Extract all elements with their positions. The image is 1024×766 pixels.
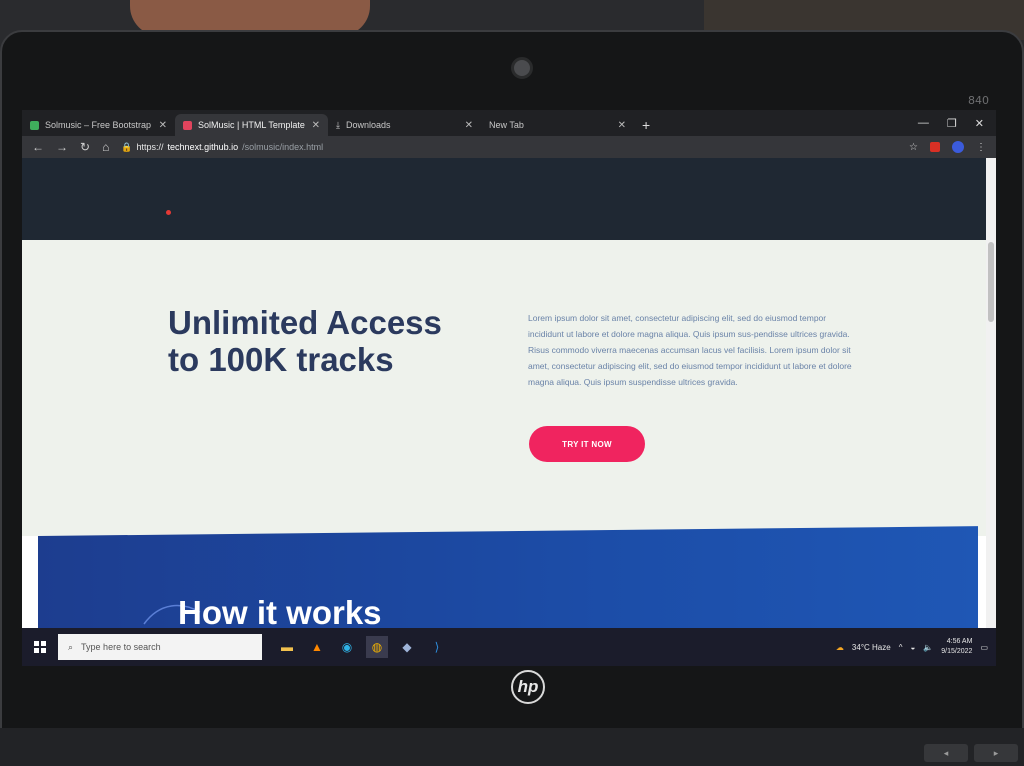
download-icon: ⤓: [336, 119, 340, 130]
lock-icon: 🔒: [121, 141, 133, 152]
url-path: /solmusic/index.html: [242, 142, 324, 152]
keyboard-base: [0, 728, 1024, 766]
clock[interactable]: 4:56 AM 9/15/2022: [941, 637, 972, 657]
url-host: technext.github.io: [167, 142, 239, 152]
favicon-icon: [183, 120, 192, 130]
app-icon[interactable]: ◆: [396, 636, 418, 658]
url-scheme: https://: [136, 142, 164, 152]
scrollbar-thumb[interactable]: [988, 242, 994, 322]
profile-avatar[interactable]: [952, 141, 964, 153]
favicon-icon: [30, 120, 39, 130]
tab-downloads[interactable]: ⤓ Downloads ✕: [328, 114, 481, 136]
close-icon[interactable]: ✕: [618, 120, 626, 131]
new-tab-button[interactable]: +: [634, 114, 658, 136]
web-page: Unlimited Access to 100K tracks Lorem ip…: [22, 158, 986, 656]
weather-icon: ☁: [835, 642, 844, 652]
home-icon[interactable]: ⌂: [102, 140, 109, 154]
restore-icon[interactable]: ❐: [947, 117, 957, 130]
tab-title: Solmusic – Free Bootstrap 4 HT: [45, 120, 153, 130]
tab-new-tab[interactable]: New Tab ✕: [481, 114, 634, 136]
time: 4:56 AM: [946, 638, 973, 645]
taskbar-search[interactable]: ⌕ Type here to search: [58, 634, 262, 660]
close-icon[interactable]: ✕: [159, 120, 167, 131]
vscode-icon[interactable]: ⟩: [426, 636, 448, 658]
model-label: 840: [968, 94, 989, 107]
key: ▸: [974, 744, 1018, 762]
windows-taskbar: ⌕ Type here to search ▬ ▲ ◉ ◍ ◆ ⟩ ☁ 34°C…: [22, 628, 996, 666]
hero-section: Unlimited Access to 100K tracks Lorem ip…: [22, 240, 986, 536]
toolbar-right: ☆ ⋮: [909, 141, 986, 153]
chevron-up-icon[interactable]: ^: [899, 643, 903, 652]
close-window-icon[interactable]: ✕: [975, 117, 984, 130]
menu-icon[interactable]: ⋮: [976, 142, 986, 153]
decorative-dot: [166, 210, 171, 215]
date: 9/15/2022: [941, 648, 973, 655]
bookmark-star-icon[interactable]: ☆: [909, 142, 918, 153]
hero-headline: Unlimited Access to 100K tracks: [168, 304, 528, 378]
hero-description: Lorem ipsum dolor sit amet, consectetur …: [528, 313, 852, 387]
chrome-icon[interactable]: ◍: [366, 636, 388, 658]
url-field[interactable]: 🔒 https://technext.github.io/solmusic/in…: [121, 142, 323, 153]
reload-icon[interactable]: ↻: [80, 140, 90, 154]
back-icon[interactable]: ←: [32, 140, 44, 154]
search-placeholder: Type here to search: [81, 642, 161, 652]
key: ◂: [924, 744, 968, 762]
notification-icon[interactable]: ▭: [980, 643, 988, 652]
start-button[interactable]: [22, 628, 58, 666]
edge-icon[interactable]: ◉: [336, 636, 358, 658]
extension-icon[interactable]: [930, 142, 940, 152]
header-band: [22, 158, 986, 240]
windows-icon: [34, 641, 46, 653]
system-tray: ☁ 34°C Haze ^ ◒ 🔈 4:56 AM 9/15/2022 ▭: [836, 637, 996, 657]
hp-logo: hp: [511, 670, 545, 704]
forward-icon[interactable]: →: [56, 140, 68, 154]
pinned-apps: ▬ ▲ ◉ ◍ ◆ ⟩: [276, 636, 448, 658]
try-it-now-button[interactable]: TRY IT NOW: [529, 426, 645, 462]
close-icon[interactable]: ✕: [465, 120, 473, 131]
network-icon[interactable]: ◒: [910, 643, 915, 652]
window-controls: — ❐ ✕: [918, 110, 996, 136]
headline-line-2: to 100K tracks: [168, 341, 394, 378]
tab-title: New Tab: [489, 120, 524, 130]
volume-icon[interactable]: 🔈: [923, 643, 933, 652]
browser-tab-bar: Solmusic – Free Bootstrap 4 HT ✕ SolMusi…: [22, 110, 996, 136]
webcam: [511, 57, 533, 79]
screen: Solmusic – Free Bootstrap 4 HT ✕ SolMusi…: [22, 110, 996, 666]
headline-line-1: Unlimited Access: [168, 304, 442, 341]
search-icon: ⌕: [68, 641, 74, 652]
minimize-icon[interactable]: —: [918, 117, 929, 129]
vlc-icon[interactable]: ▲: [306, 636, 328, 658]
tab-solmusic-template[interactable]: SolMusic | HTML Template ✕: [175, 114, 328, 136]
tab-title: Downloads: [345, 120, 391, 130]
close-icon[interactable]: ✕: [312, 120, 320, 131]
file-explorer-icon[interactable]: ▬: [276, 636, 298, 658]
how-it-works-title: How it works: [178, 594, 382, 631]
weather-text[interactable]: 34°C Haze: [852, 643, 891, 652]
tab-title: SolMusic | HTML Template: [198, 120, 305, 130]
page-scrollbar[interactable]: [986, 158, 996, 628]
tab-solmusic-bootstrap[interactable]: Solmusic – Free Bootstrap 4 HT ✕: [22, 114, 175, 136]
address-bar: ← → ↻ ⌂ 🔒 https://technext.github.io/sol…: [22, 136, 996, 158]
